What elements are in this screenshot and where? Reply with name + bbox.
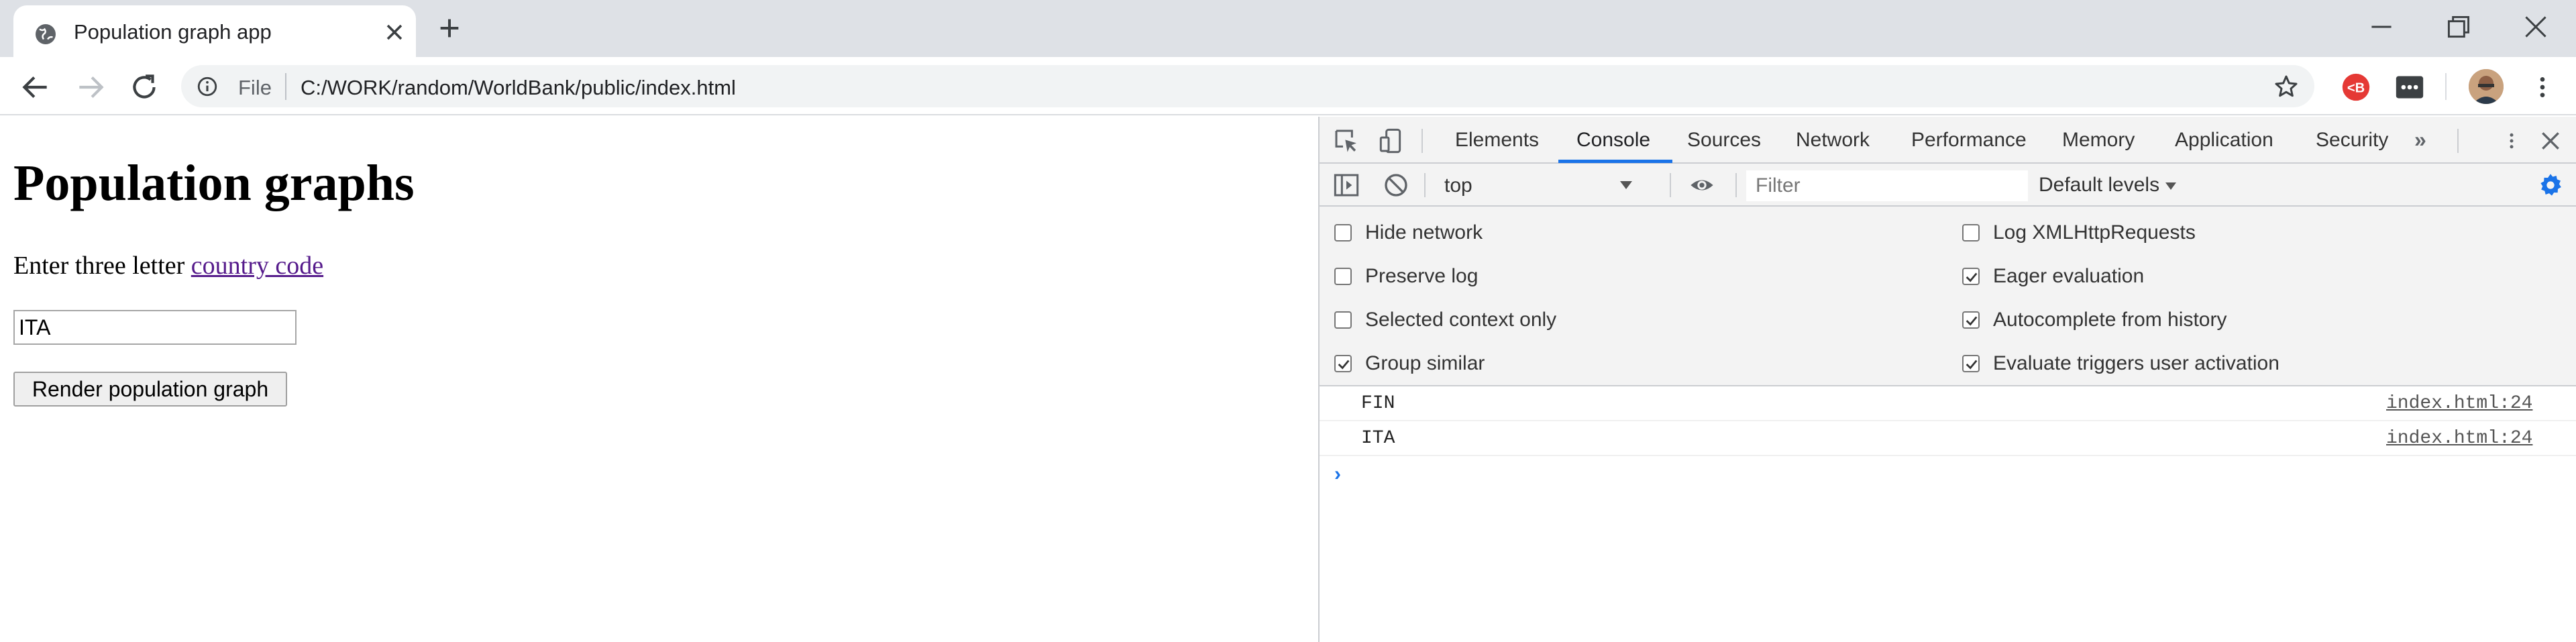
- checkmark-icon: [1966, 272, 1978, 282]
- eye-icon[interactable]: [1687, 172, 1717, 199]
- option-label: Selected context only: [1365, 309, 1557, 331]
- devtools-panel: Elements Console Sources Network Perform…: [1318, 117, 2576, 642]
- active-tab-indicator: [1558, 160, 1672, 163]
- tab-memory[interactable]: Memory: [2062, 129, 2135, 152]
- filter-input[interactable]: [1746, 170, 2028, 201]
- gear-icon[interactable]: [2537, 172, 2564, 199]
- console-source-link[interactable]: index.html:24: [2386, 428, 2532, 449]
- page-title: Population graphs: [13, 155, 415, 211]
- console-toolbar-separator: [1424, 173, 1426, 197]
- checkbox-checked[interactable]: [1962, 311, 1980, 329]
- chevron-down-icon: [2165, 182, 2176, 190]
- extension-red-icon[interactable]: <B: [2341, 72, 2371, 102]
- checkmark-icon: [1966, 316, 1978, 326]
- address-url[interactable]: C:/WORK/random/WorldBank/public/index.ht…: [301, 76, 736, 100]
- device-toggle-icon[interactable]: [1379, 127, 1405, 154]
- restore-icon[interactable]: [2442, 10, 2475, 44]
- console-output: FIN index.html:24 ITA index.html:24 ›: [1320, 386, 2576, 642]
- checkbox-checked[interactable]: [1962, 268, 1980, 285]
- devtools-close-icon[interactable]: [2537, 127, 2564, 154]
- tab-sources[interactable]: Sources: [1687, 129, 1761, 152]
- country-code-link[interactable]: country code: [191, 252, 323, 280]
- more-tabs-icon[interactable]: »: [2414, 127, 2426, 152]
- country-code-input[interactable]: [13, 310, 297, 345]
- back-arrow-icon[interactable]: [19, 70, 52, 104]
- devtools-separator: [2457, 129, 2459, 153]
- tab-performance[interactable]: Performance: [1911, 129, 2027, 152]
- checkbox-checked[interactable]: [1962, 355, 1980, 372]
- option-label: Evaluate triggers user activation: [1993, 352, 2279, 374]
- checkbox[interactable]: [1334, 268, 1352, 285]
- console-toolbar-separator: [1670, 173, 1671, 197]
- console-message-text: FIN: [1361, 393, 1395, 414]
- extension-dots-icon[interactable]: [2395, 72, 2424, 102]
- console-message-text: ITA: [1361, 428, 1395, 449]
- profile-avatar-image: [2469, 69, 2504, 104]
- option-label: Hide network: [1365, 221, 1483, 244]
- console-source-link[interactable]: index.html:24: [2386, 393, 2532, 414]
- tab-close-icon[interactable]: [381, 19, 408, 46]
- option-label: Group similar: [1365, 352, 1485, 374]
- address-bar[interactable]: File C:/WORK/random/WorldBank/public/ind…: [181, 65, 2314, 107]
- checkbox[interactable]: [1962, 224, 1980, 242]
- tab-security[interactable]: Security: [2316, 129, 2388, 152]
- context-label: top: [1444, 174, 1472, 197]
- option-label: Log XMLHttpRequests: [1993, 221, 2196, 244]
- forward-arrow-icon[interactable]: [74, 70, 107, 104]
- log-levels-dropdown[interactable]: Default levels: [2039, 174, 2159, 197]
- context-selector[interactable]: top: [1438, 169, 1639, 201]
- chevron-down-icon: [1620, 181, 1632, 189]
- toolbar-separator: [2445, 73, 2447, 100]
- devtools-tab-bar: Elements Console Sources Network Perform…: [1320, 117, 2576, 164]
- checkbox[interactable]: [1334, 311, 1352, 329]
- inspect-element-icon[interactable]: [1333, 127, 1360, 154]
- globe-icon: [36, 24, 56, 44]
- info-icon[interactable]: [196, 75, 219, 98]
- browser-tab[interactable]: Population graph app: [13, 5, 416, 57]
- tab-network[interactable]: Network: [1796, 129, 1870, 152]
- profile-avatar[interactable]: [2469, 69, 2504, 104]
- render-graph-button[interactable]: Render population graph: [13, 372, 287, 407]
- option-label: Eager evaluation: [1993, 265, 2145, 287]
- devtools-menu-icon[interactable]: [2502, 127, 2522, 154]
- svg-text:<B: <B: [2347, 81, 2365, 95]
- minimize-icon[interactable]: [2365, 10, 2398, 44]
- tab-title: Population graph app: [74, 20, 272, 44]
- console-toolbar-separator: [1735, 173, 1737, 197]
- console-message: ITA index.html:24: [1320, 421, 2576, 456]
- option-label: Preserve log: [1365, 265, 1479, 287]
- prompt-text: Enter three letter: [13, 252, 191, 280]
- option-label: Autocomplete from history: [1993, 309, 2227, 331]
- new-tab-icon[interactable]: [436, 15, 463, 42]
- console-prompt[interactable]: ›: [1320, 459, 2576, 492]
- clear-console-icon[interactable]: [1383, 172, 1409, 199]
- checkbox-checked[interactable]: [1334, 355, 1352, 372]
- window-close-icon[interactable]: [2519, 10, 2553, 44]
- page-content: Population graphs Enter three letter cou…: [0, 117, 1318, 642]
- bookmark-star-icon[interactable]: [2273, 73, 2300, 100]
- console-message: FIN index.html:24: [1320, 386, 2576, 421]
- checkmark-icon: [1338, 360, 1350, 370]
- address-separator: [285, 73, 286, 100]
- country-prompt: Enter three letter country code: [13, 251, 323, 280]
- browser-menu-icon[interactable]: [2529, 72, 2556, 103]
- tab-elements[interactable]: Elements: [1455, 129, 1539, 152]
- checkmark-icon: [1966, 360, 1978, 370]
- tab-application[interactable]: Application: [2175, 129, 2273, 152]
- console-toolbar: top Default levels: [1320, 164, 2576, 207]
- address-scheme: File: [238, 76, 272, 99]
- console-settings-pane: Hide network Preserve log Selected conte…: [1320, 207, 2576, 386]
- tab-console[interactable]: Console: [1576, 129, 1650, 152]
- checkbox[interactable]: [1334, 224, 1352, 242]
- sidebar-toggle-icon[interactable]: [1333, 172, 1360, 199]
- browser-toolbar: File C:/WORK/random/WorldBank/public/ind…: [0, 57, 2576, 115]
- devtools-separator: [1421, 129, 1423, 153]
- tab-strip: Population graph app: [0, 0, 2576, 57]
- reload-icon[interactable]: [127, 70, 161, 104]
- prompt-chevron-icon: ›: [1334, 463, 1341, 485]
